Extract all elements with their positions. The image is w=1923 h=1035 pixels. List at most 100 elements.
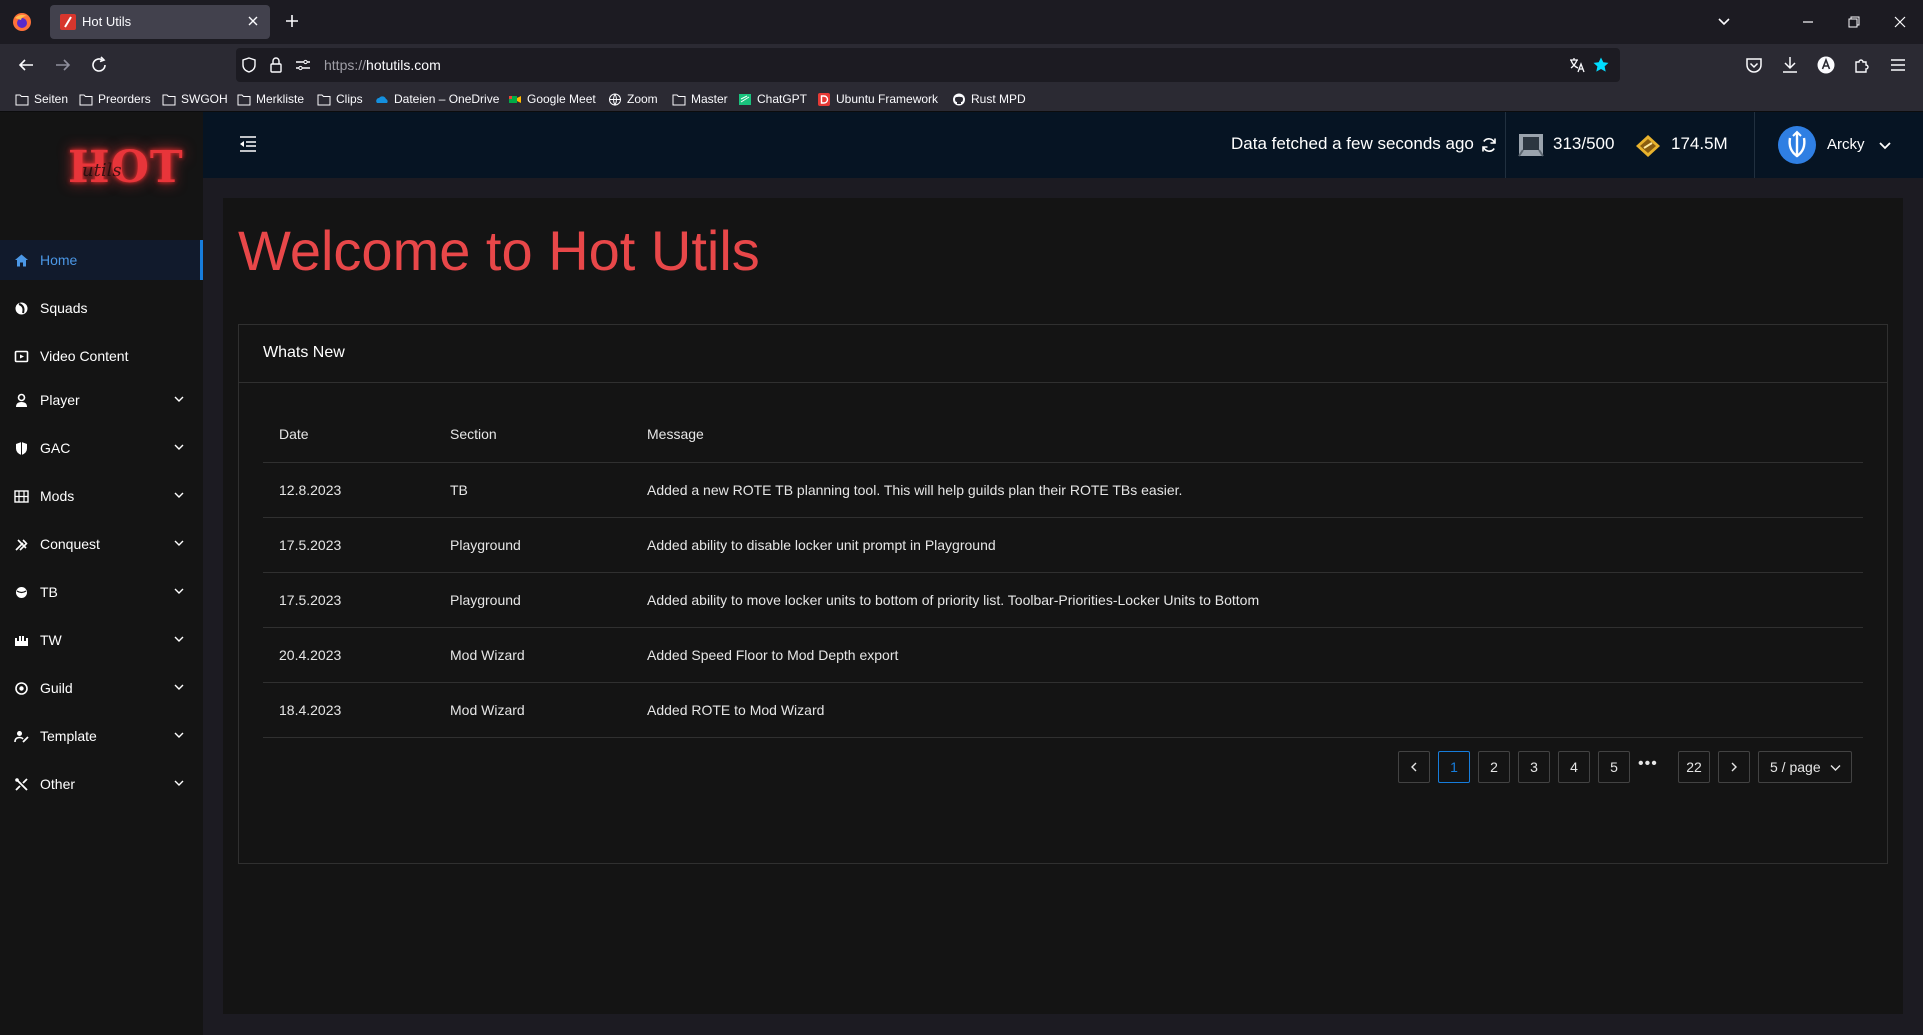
onedrive-cloud-icon xyxy=(376,95,388,103)
header-divider xyxy=(1505,112,1506,178)
forward-arrow-icon[interactable] xyxy=(52,54,74,76)
refresh-icon[interactable] xyxy=(1480,136,1498,154)
sidebar-item-tw[interactable]: TW xyxy=(0,620,203,660)
pagination-page-1[interactable]: 1 xyxy=(1438,751,1470,783)
translate-icon[interactable] xyxy=(1568,56,1586,74)
url-text[interactable]: https://hotutils.com xyxy=(324,57,441,73)
user-name[interactable]: Arcky xyxy=(1827,136,1865,153)
chevron-down-icon[interactable] xyxy=(1878,141,1892,151)
menu-fold-icon[interactable] xyxy=(238,135,258,153)
hamburger-menu-icon[interactable] xyxy=(1887,54,1909,76)
cell-date: 12.8.2023 xyxy=(279,482,342,498)
sidebar-menu: Home Squads Video Content Player GAC Mod… xyxy=(0,238,203,1035)
sidebar-item-home[interactable]: Home xyxy=(0,240,203,280)
table-row: 12.8.2023 TB Added a new ROTE TB plannin… xyxy=(263,463,1863,518)
pagination-jump-next[interactable]: ••• xyxy=(1638,755,1658,773)
video-icon xyxy=(14,350,29,363)
pagination-page-last[interactable]: 22 xyxy=(1678,751,1710,783)
player-icon xyxy=(16,393,27,407)
pocket-icon[interactable] xyxy=(1743,54,1765,76)
pagination-page-4[interactable]: 4 xyxy=(1558,751,1590,783)
bookmarks-toolbar: Seiten Preorders SWGOH Merkliste Clips D… xyxy=(0,86,1923,112)
template-icon xyxy=(14,731,29,743)
tools-icon xyxy=(15,778,28,791)
padlock-icon[interactable] xyxy=(268,56,284,74)
cell-message: Added ability to disable locker unit pro… xyxy=(647,537,996,553)
bookmark-label: Seiten xyxy=(34,92,69,106)
page-title: Welcome to Hot Utils xyxy=(238,219,760,282)
hot-utils-logo[interactable]: HOT utils xyxy=(0,112,203,238)
pagination-page-5[interactable]: 5 xyxy=(1598,751,1630,783)
folder-icon xyxy=(162,94,176,105)
minimize-window-icon[interactable] xyxy=(1798,12,1818,32)
avatar[interactable] xyxy=(1778,126,1816,164)
url-bar[interactable]: https://hotutils.com xyxy=(236,48,1620,82)
card-header: Whats New xyxy=(239,325,1887,383)
sidebar-item-template[interactable]: Template xyxy=(0,716,203,756)
sidebar-item-guild[interactable]: Guild xyxy=(0,668,203,708)
sidebar-item-gac[interactable]: GAC xyxy=(0,428,203,468)
sidebar-item-squads[interactable]: Squads xyxy=(0,288,203,328)
bookmark-seiten[interactable]: Seiten xyxy=(15,91,68,107)
bookmark-merkliste[interactable]: Merkliste xyxy=(237,91,304,107)
pagination-page-3[interactable]: 3 xyxy=(1518,751,1550,783)
credits-value: 174.5M xyxy=(1671,134,1728,153)
bookmark-clips[interactable]: Clips xyxy=(317,91,363,107)
sidebar-item-other[interactable]: Other xyxy=(0,764,203,804)
reload-icon[interactable] xyxy=(88,54,110,76)
url-scheme: https:// xyxy=(324,57,367,73)
bookmark-label: Master xyxy=(691,92,728,106)
restore-window-icon[interactable] xyxy=(1844,12,1864,32)
bookmark-preorders[interactable]: Preorders xyxy=(79,91,151,107)
new-tab-plus-icon[interactable] xyxy=(284,13,300,29)
sidebar-item-label: Video Content xyxy=(40,348,129,364)
header-divider xyxy=(1754,112,1755,178)
downloads-icon[interactable] xyxy=(1779,54,1801,76)
chevron-down-icon xyxy=(174,588,184,594)
bookmark-chatgpt[interactable]: ChatGPT xyxy=(738,91,807,107)
chevron-down-icon xyxy=(174,684,184,690)
sidebar-item-player[interactable]: Player xyxy=(0,380,203,420)
whats-new-table: Date Section Message 12.8.2023 TB Added … xyxy=(263,407,1863,738)
extensions-icon[interactable] xyxy=(1851,54,1873,76)
sidebar-item-video-content[interactable]: Video Content xyxy=(0,336,203,376)
pagination-prev-button[interactable] xyxy=(1398,751,1430,783)
conquest-icon xyxy=(15,539,28,551)
cell-date: 17.5.2023 xyxy=(279,592,342,608)
sidebar-item-mods[interactable]: Mods xyxy=(0,476,203,516)
card-title: Whats New xyxy=(263,344,345,361)
bookmark-label: ChatGPT xyxy=(757,92,808,106)
firefox-logo-icon[interactable] xyxy=(12,12,32,32)
pagination-next-button[interactable] xyxy=(1718,751,1750,783)
sidebar-item-tb[interactable]: TB xyxy=(0,572,203,612)
chatgpt-icon xyxy=(739,93,751,105)
sidebar-item-conquest[interactable]: Conquest xyxy=(0,524,203,564)
bookmark-zoom[interactable]: Zoom xyxy=(608,91,658,107)
back-arrow-icon[interactable] xyxy=(15,54,37,76)
google-meet-icon xyxy=(509,95,521,103)
bookmark-ubuntu-framework[interactable]: Ubuntu Framework xyxy=(817,91,938,107)
tab-close-icon[interactable] xyxy=(246,14,260,28)
bookmark-google-meet[interactable]: Google Meet xyxy=(508,91,596,107)
bookmark-onedrive[interactable]: Dateien – OneDrive xyxy=(375,91,499,107)
whats-new-card: Whats New Date Section Message 12.8.2023… xyxy=(238,324,1888,864)
github-icon xyxy=(953,93,965,105)
chevron-down-icon xyxy=(174,732,184,738)
pagination-page-2[interactable]: 2 xyxy=(1478,751,1510,783)
browser-tab-bar: Hot Utils xyxy=(0,0,1923,44)
page-size-select[interactable]: 5 / page xyxy=(1758,751,1852,783)
browser-tab-active[interactable]: Hot Utils xyxy=(50,5,270,39)
bookmark-master[interactable]: Master xyxy=(672,91,728,107)
bookmark-star-icon[interactable] xyxy=(1592,56,1610,74)
table-row: 17.5.2023 Playground Added ability to mo… xyxy=(263,573,1863,628)
close-window-icon[interactable] xyxy=(1890,12,1910,32)
tab-list-chevron-icon[interactable] xyxy=(1716,14,1732,30)
chevron-down-icon xyxy=(174,780,184,786)
tracking-shield-icon[interactable] xyxy=(240,56,258,74)
chevron-down-icon xyxy=(1830,765,1841,771)
bookmark-swgoh[interactable]: SWGOH xyxy=(162,91,228,107)
permissions-icon[interactable] xyxy=(294,57,312,73)
logo-script-text: utils xyxy=(82,160,122,181)
account-icon[interactable] xyxy=(1815,54,1837,76)
bookmark-rust-mpd[interactable]: Rust MPD xyxy=(952,91,1026,107)
